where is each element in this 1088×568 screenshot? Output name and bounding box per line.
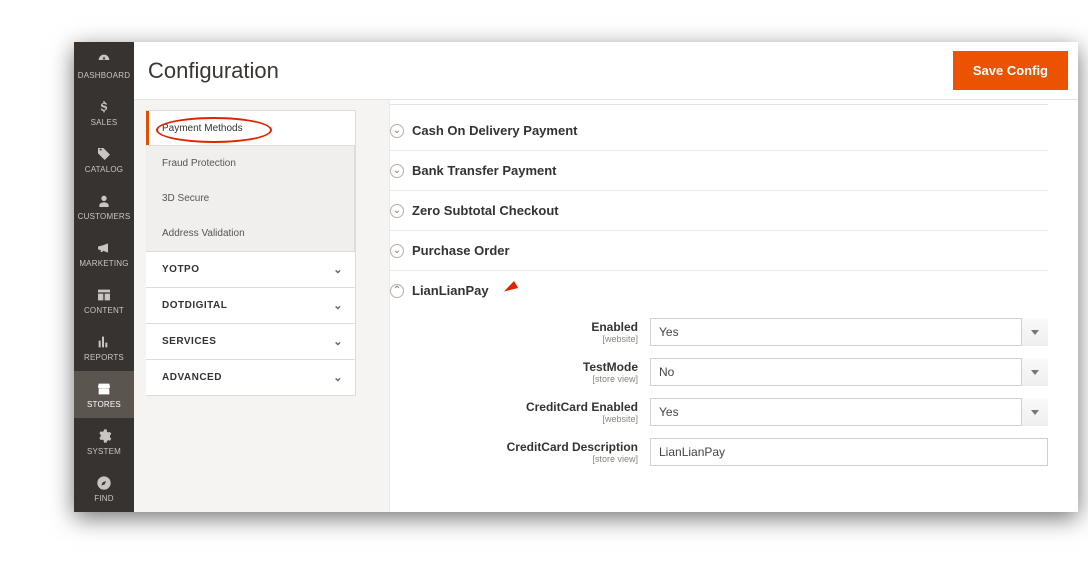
field-testmode: TestMode [store view] No <box>390 358 1048 386</box>
sidebar-item-address-validation[interactable]: Address Validation <box>146 216 355 251</box>
sidebar-group-label: DOTDIGITAL <box>162 300 227 311</box>
field-label-text: Enabled <box>591 320 638 334</box>
nav-label: STORES <box>87 401 121 409</box>
testmode-select[interactable]: No <box>650 358 1048 386</box>
field-control <box>650 438 1048 466</box>
page-header: Configuration Save Config <box>134 42 1078 100</box>
collapse-icon: ⌃ <box>390 284 404 298</box>
sidebar-group-advanced[interactable]: ADVANCED ⌄ <box>146 360 356 396</box>
accordion-label: Bank Transfer Payment <box>412 163 557 178</box>
nav-stores[interactable]: STORES <box>74 371 134 418</box>
creditcard-enabled-select[interactable]: Yes <box>650 398 1048 426</box>
nav-label: CONTENT <box>84 307 124 315</box>
field-scope: [store view] <box>592 454 638 464</box>
megaphone-icon <box>96 240 112 256</box>
sidebar-group-dotdigital[interactable]: DOTDIGITAL ⌄ <box>146 288 356 324</box>
main-content: ⌄ Cash On Delivery Payment ⌄ Bank Transf… <box>389 100 1078 512</box>
sidebar-group-label: YOTPO <box>162 264 200 275</box>
chevron-down-icon: ⌄ <box>333 263 343 276</box>
nav-label: REPORTS <box>84 354 124 362</box>
settings-sidebar: Payment Methods Fraud Protection 3D Secu… <box>146 110 356 396</box>
store-icon <box>96 381 112 397</box>
field-label: Enabled [website] <box>390 320 650 344</box>
expand-icon: ⌄ <box>390 124 404 138</box>
sidebar-group-services[interactable]: SERVICES ⌄ <box>146 324 356 360</box>
accordion-cash-on-delivery[interactable]: ⌄ Cash On Delivery Payment <box>390 111 1048 151</box>
app-window: DASHBOARD SALES CATALOG CUSTOMERS MARKET… <box>74 42 1078 512</box>
page-title: Configuration <box>148 58 279 84</box>
dollar-icon <box>96 99 112 115</box>
page-body: Payment Methods Fraud Protection 3D Secu… <box>134 100 1078 512</box>
nav-catalog[interactable]: CATALOG <box>74 136 134 183</box>
field-scope: [website] <box>602 414 638 424</box>
field-control: Yes <box>650 398 1048 426</box>
creditcard-description-input[interactable] <box>650 438 1048 466</box>
nav-label: MARKETING <box>79 260 128 268</box>
field-creditcard-description: CreditCard Description [store view] <box>390 438 1048 466</box>
save-config-button[interactable]: Save Config <box>953 51 1068 90</box>
accordion-lianlianpay[interactable]: ⌃ LianLianPay <box>390 271 1048 310</box>
field-label: CreditCard Description [store view] <box>390 440 650 464</box>
field-enabled: Enabled [website] Yes <box>390 318 1048 346</box>
nav-label: CUSTOMERS <box>78 213 131 221</box>
sidebar-item-fraud-protection[interactable]: Fraud Protection <box>146 146 355 181</box>
nav-system[interactable]: SYSTEM <box>74 418 134 465</box>
annotation-arrow <box>502 281 518 295</box>
compass-icon <box>96 475 112 491</box>
accordion-label: LianLianPay <box>412 283 489 298</box>
accordion-bank-transfer[interactable]: ⌄ Bank Transfer Payment <box>390 151 1048 191</box>
sidebar-sublist: Fraud Protection 3D Secure Address Valid… <box>146 146 356 252</box>
nav-label: DASHBOARD <box>78 72 130 80</box>
sidebar-tab-label: Payment Methods <box>162 123 243 134</box>
field-scope: [store view] <box>592 374 638 384</box>
tag-icon <box>96 146 112 162</box>
field-label-text: CreditCard Description <box>507 440 638 454</box>
field-creditcard-enabled: CreditCard Enabled [website] Yes <box>390 398 1048 426</box>
field-label: CreditCard Enabled [website] <box>390 400 650 424</box>
gauge-icon <box>96 52 112 68</box>
divider <box>390 104 1048 105</box>
accordion-label: Cash On Delivery Payment <box>412 123 577 138</box>
person-icon <box>96 193 112 209</box>
nav-label: CATALOG <box>85 166 123 174</box>
layout-icon <box>96 287 112 303</box>
nav-find[interactable]: FIND <box>74 465 134 512</box>
accordion-purchase-order[interactable]: ⌄ Purchase Order <box>390 231 1048 271</box>
nav-sales[interactable]: SALES <box>74 89 134 136</box>
chevron-down-icon: ⌄ <box>333 299 343 312</box>
chevron-down-icon: ⌄ <box>333 371 343 384</box>
sidebar-item-3d-secure[interactable]: 3D Secure <box>146 181 355 216</box>
chevron-down-icon: ⌄ <box>333 335 343 348</box>
field-control: No <box>650 358 1048 386</box>
nav-marketing[interactable]: MARKETING <box>74 230 134 277</box>
bar-chart-icon <box>96 334 112 350</box>
sidebar-tab-payment-methods[interactable]: Payment Methods <box>146 110 356 146</box>
expand-icon: ⌄ <box>390 204 404 218</box>
expand-icon: ⌄ <box>390 164 404 178</box>
sidebar-group-label: ADVANCED <box>162 372 222 383</box>
nav-label: SYSTEM <box>87 448 121 456</box>
field-control: Yes <box>650 318 1048 346</box>
field-label: TestMode [store view] <box>390 360 650 384</box>
nav-label: SALES <box>91 119 118 127</box>
enabled-select[interactable]: Yes <box>650 318 1048 346</box>
nav-label: FIND <box>94 495 113 503</box>
accordion-zero-subtotal[interactable]: ⌄ Zero Subtotal Checkout <box>390 191 1048 231</box>
nav-reports[interactable]: REPORTS <box>74 324 134 371</box>
accordion-label: Zero Subtotal Checkout <box>412 203 559 218</box>
field-label-text: CreditCard Enabled <box>526 400 638 414</box>
nav-customers[interactable]: CUSTOMERS <box>74 183 134 230</box>
sidebar-group-label: SERVICES <box>162 336 216 347</box>
expand-icon: ⌄ <box>390 244 404 258</box>
gear-icon <box>96 428 112 444</box>
accordion-label: Purchase Order <box>412 243 510 258</box>
sidebar-group-yotpo[interactable]: YOTPO ⌄ <box>146 252 356 288</box>
lianlianpay-form: Enabled [website] Yes TestMode [store vi… <box>390 310 1078 466</box>
nav-dashboard[interactable]: DASHBOARD <box>74 42 134 89</box>
field-label-text: TestMode <box>583 360 638 374</box>
admin-nav: DASHBOARD SALES CATALOG CUSTOMERS MARKET… <box>74 42 134 512</box>
nav-content[interactable]: CONTENT <box>74 277 134 324</box>
field-scope: [website] <box>602 334 638 344</box>
